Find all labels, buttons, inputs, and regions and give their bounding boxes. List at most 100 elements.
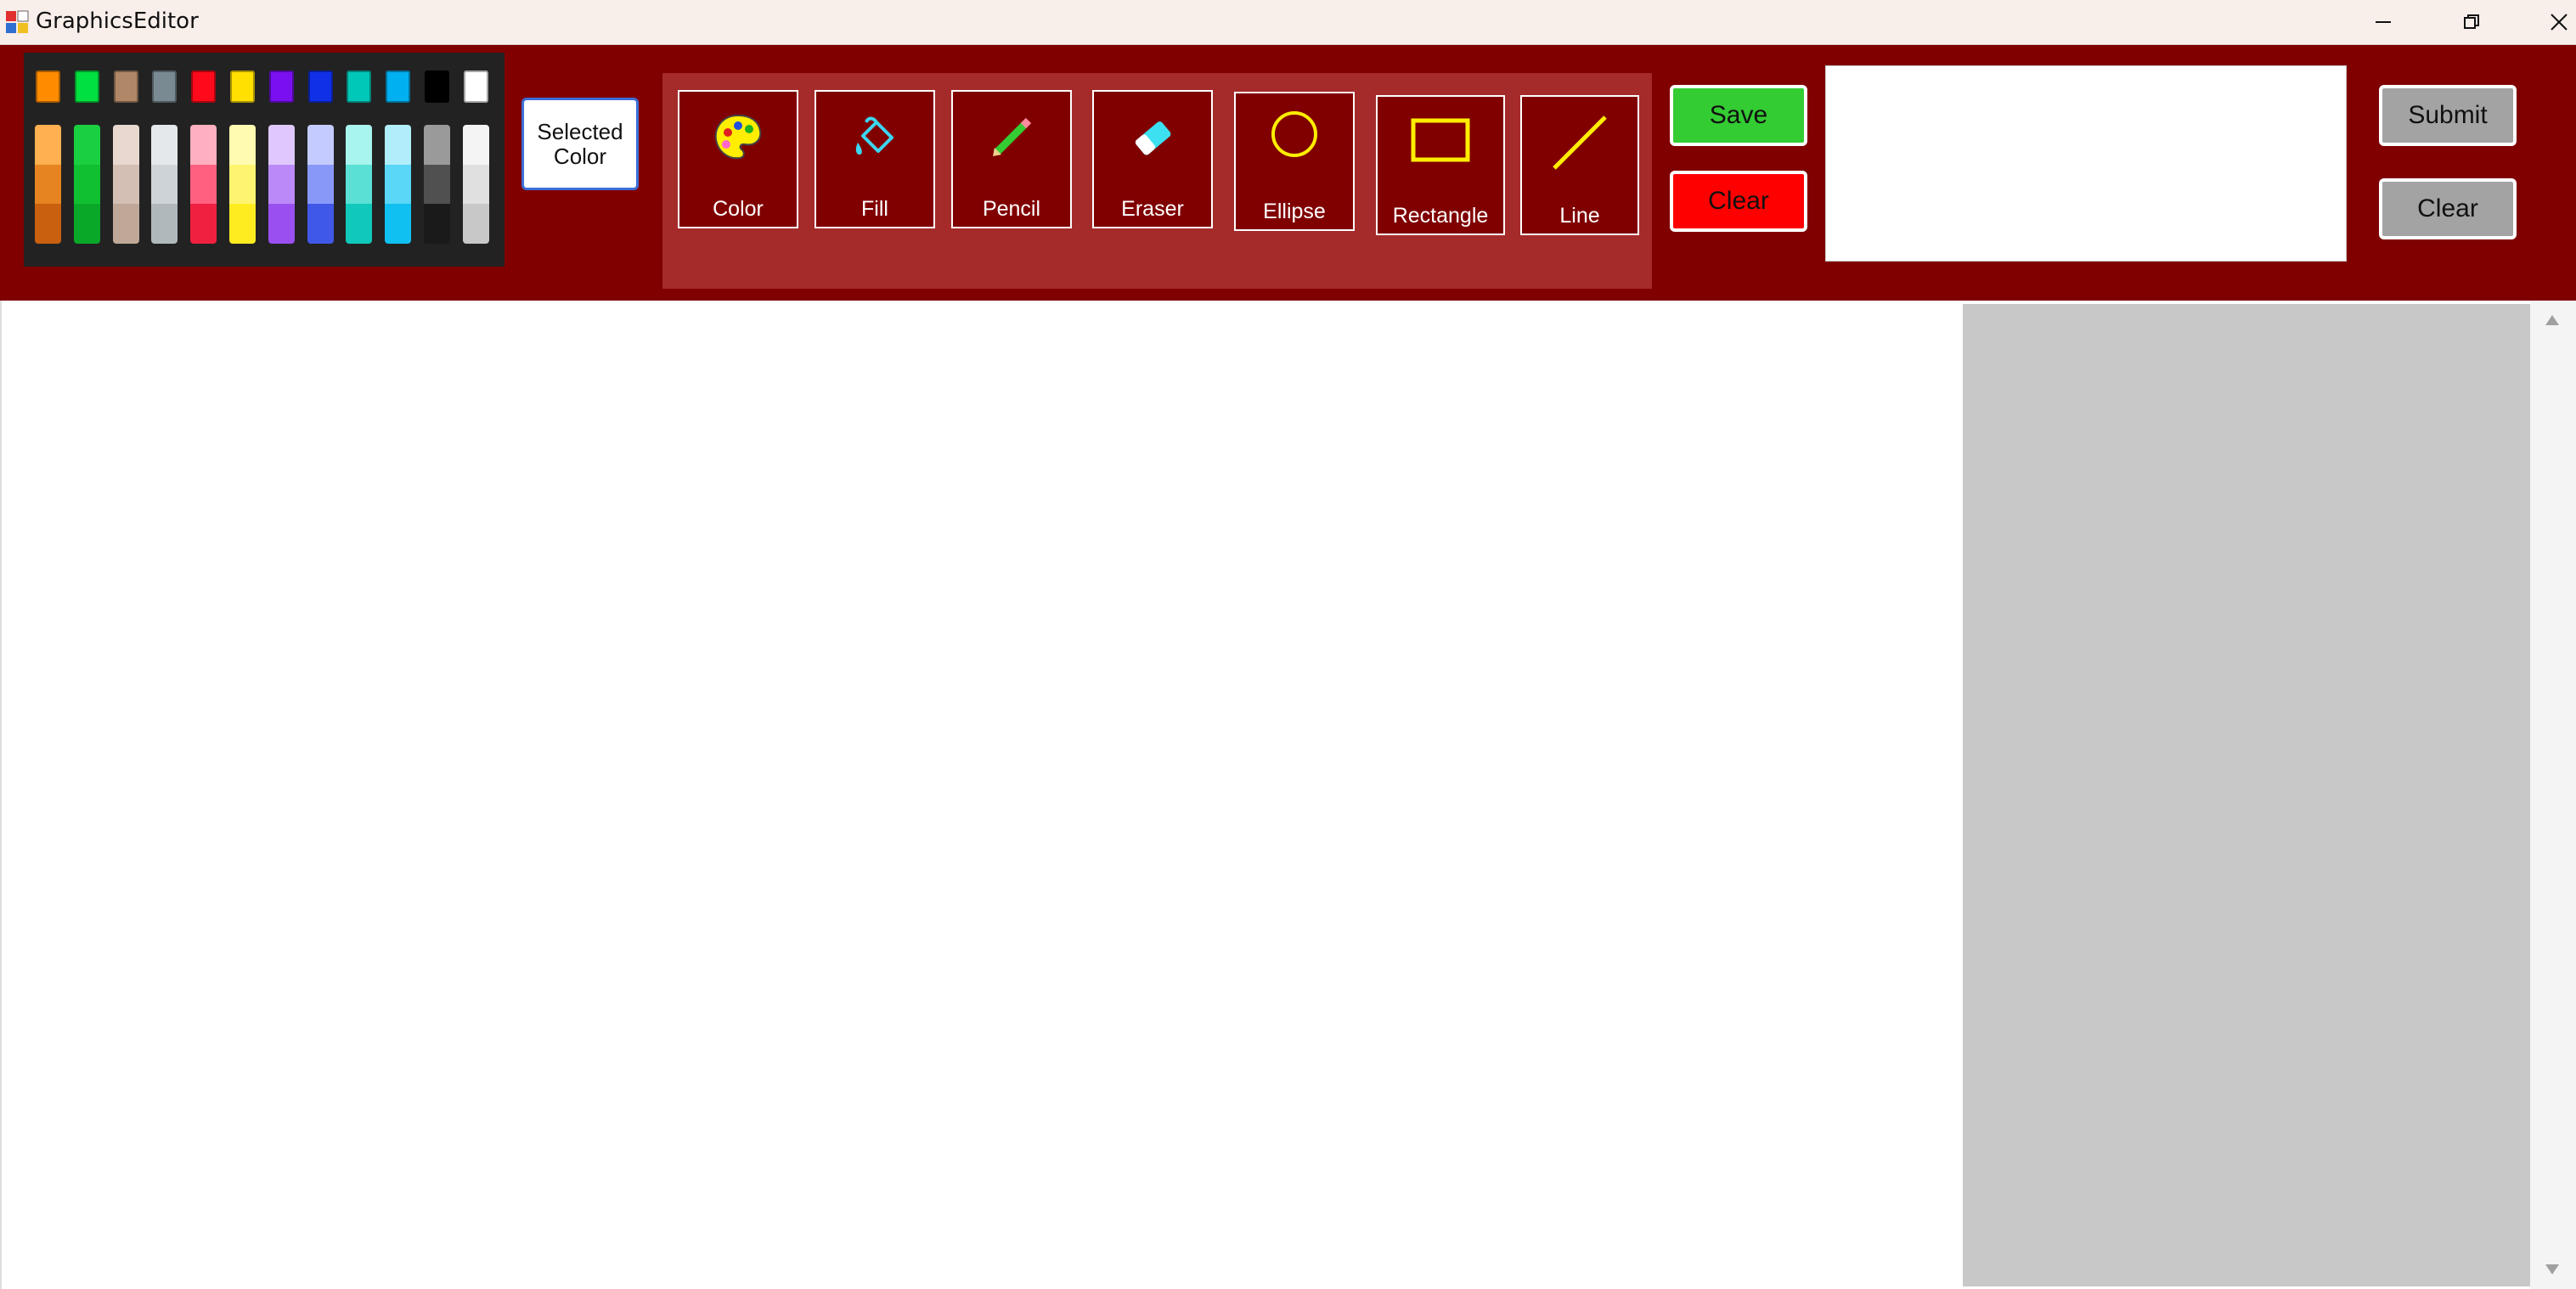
- eraser-icon: [1135, 121, 1171, 155]
- color-shade[interactable]: [190, 164, 217, 205]
- color-shade[interactable]: [385, 164, 412, 205]
- color-shade[interactable]: [35, 164, 61, 205]
- color-swatch[interactable]: [113, 70, 138, 103]
- color-swatch[interactable]: [74, 70, 99, 103]
- minimize-icon: [2376, 21, 2391, 23]
- color-shade[interactable]: [73, 204, 100, 244]
- line-icon: [1553, 115, 1607, 170]
- color-shade[interactable]: [229, 204, 256, 244]
- submit-button[interactable]: Submit: [2379, 85, 2517, 146]
- tool-fill-label: Fill: [861, 197, 888, 221]
- color-shade[interactable]: [462, 125, 489, 165]
- color-shade[interactable]: [112, 204, 139, 244]
- color-shade[interactable]: [190, 204, 217, 244]
- color-swatch[interactable]: [152, 70, 178, 103]
- color-shade-column[interactable]: [385, 125, 412, 244]
- color-shade-column[interactable]: [424, 125, 450, 244]
- tool-pencil-label: Pencil: [982, 197, 1041, 221]
- tool-line-button[interactable]: Line: [1520, 95, 1639, 235]
- color-shade-column[interactable]: [112, 125, 139, 244]
- paint-bucket-icon: [855, 116, 893, 155]
- palette-icon: [714, 114, 762, 160]
- title-bar: GraphicsEditor: [0, 0, 2576, 45]
- color-shade[interactable]: [346, 164, 373, 205]
- restore-icon: [2464, 14, 2479, 29]
- color-shade[interactable]: [151, 204, 178, 244]
- color-shade[interactable]: [307, 204, 334, 244]
- rectangle-icon: [1411, 118, 1470, 162]
- color-shade[interactable]: [112, 164, 139, 205]
- color-shade[interactable]: [307, 125, 334, 165]
- tool-ellipse-label: Ellipse: [1263, 200, 1326, 223]
- color-shade[interactable]: [73, 125, 100, 165]
- color-shade[interactable]: [385, 204, 412, 244]
- color-shade[interactable]: [462, 204, 489, 244]
- text-input-box[interactable]: [1825, 65, 2347, 262]
- tools-panel: Color Fill Pencil Eraser Ellipse Rectang…: [662, 73, 1652, 289]
- tool-color-button[interactable]: Color: [678, 90, 798, 228]
- color-shade[interactable]: [229, 125, 256, 165]
- toolbar: Selected Color Color Fill Pencil Eraser …: [0, 45, 2576, 301]
- color-shade[interactable]: [346, 204, 373, 244]
- app-grid-icon: [6, 10, 29, 33]
- color-shade-column[interactable]: [346, 125, 373, 244]
- side-clear-button[interactable]: Clear: [2379, 178, 2517, 239]
- save-button[interactable]: Save: [1670, 85, 1807, 146]
- tool-eraser-button[interactable]: Eraser: [1092, 90, 1213, 228]
- close-icon: [2551, 14, 2568, 31]
- color-shade[interactable]: [35, 204, 61, 244]
- color-shade-column[interactable]: [268, 125, 295, 244]
- color-shade[interactable]: [385, 125, 412, 165]
- color-shade-column[interactable]: [229, 125, 256, 244]
- tool-color-label: Color: [713, 197, 764, 221]
- drawing-canvas[interactable]: [0, 301, 1961, 1289]
- restore-button[interactable]: [2446, 5, 2497, 39]
- color-shade[interactable]: [424, 164, 450, 205]
- color-shade-column[interactable]: [462, 125, 489, 244]
- color-shade-column[interactable]: [151, 125, 178, 244]
- minimize-button[interactable]: [2358, 5, 2409, 39]
- color-shade[interactable]: [35, 125, 61, 165]
- color-shade-column[interactable]: [73, 125, 100, 244]
- color-swatch[interactable]: [463, 70, 488, 103]
- tool-pencil-button[interactable]: Pencil: [951, 90, 1072, 228]
- color-swatch[interactable]: [36, 70, 60, 103]
- tool-line-label: Line: [1559, 204, 1600, 228]
- color-shade[interactable]: [151, 125, 178, 165]
- color-shade[interactable]: [268, 164, 295, 205]
- color-shade[interactable]: [424, 204, 450, 244]
- color-shade[interactable]: [268, 204, 295, 244]
- color-shade[interactable]: [307, 164, 334, 205]
- color-swatch[interactable]: [268, 70, 294, 103]
- close-button[interactable]: [2534, 5, 2576, 39]
- scroll-down-icon[interactable]: [2544, 1262, 2561, 1277]
- color-shade[interactable]: [229, 164, 256, 205]
- scroll-up-icon[interactable]: [2544, 312, 2561, 328]
- color-shade[interactable]: [462, 164, 489, 205]
- color-shade[interactable]: [73, 164, 100, 205]
- color-shade[interactable]: [346, 125, 373, 165]
- color-shade[interactable]: [190, 125, 217, 165]
- color-shade[interactable]: [151, 164, 178, 205]
- window-title: GraphicsEditor: [36, 8, 199, 34]
- color-swatch[interactable]: [386, 70, 411, 103]
- tool-fill-button[interactable]: Fill: [815, 90, 935, 228]
- color-swatch[interactable]: [191, 70, 217, 103]
- color-shade[interactable]: [112, 125, 139, 165]
- selected-color-box[interactable]: Selected Color: [521, 98, 639, 190]
- color-shade-column[interactable]: [307, 125, 334, 244]
- color-swatch[interactable]: [307, 70, 333, 103]
- vertical-scrollbar[interactable]: [2530, 301, 2576, 1289]
- color-swatch[interactable]: [230, 70, 255, 103]
- color-shade-column[interactable]: [190, 125, 217, 244]
- pencil-icon: [993, 117, 1032, 156]
- color-swatch[interactable]: [347, 70, 372, 103]
- color-swatch[interactable]: [425, 70, 449, 103]
- color-shade[interactable]: [268, 125, 295, 165]
- clear-button[interactable]: Clear: [1670, 171, 1807, 232]
- tool-rectangle-button[interactable]: Rectangle: [1376, 95, 1505, 235]
- tool-rectangle-label: Rectangle: [1392, 204, 1489, 228]
- tool-ellipse-button[interactable]: Ellipse: [1234, 92, 1355, 231]
- color-shade[interactable]: [424, 125, 450, 165]
- color-shade-column[interactable]: [35, 125, 61, 244]
